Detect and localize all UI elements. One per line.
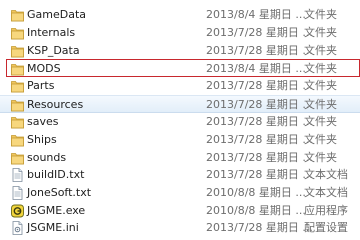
text-file-icon xyxy=(11,186,24,200)
text-file-icon xyxy=(11,168,24,182)
file-row-saves[interactable]: saves 2013/7/28 星期日 ... 文件夹 xyxy=(0,113,360,131)
file-date: 2013/7/28 星期日 ... xyxy=(206,168,313,181)
file-date: 2013/7/28 星期日 ... xyxy=(206,133,313,146)
file-name: GameData xyxy=(27,8,87,21)
file-type: 应用程序 xyxy=(304,204,348,217)
file-name: JSGME.exe xyxy=(27,204,86,217)
file-list: GameData 2013/8/4 星期日 ... 文件夹 Internals … xyxy=(0,0,360,235)
file-name: MODS xyxy=(27,62,61,75)
file-name: KSP_Data xyxy=(27,44,80,57)
file-name: Resources xyxy=(27,98,84,111)
file-row-ships[interactable]: Ships 2013/7/28 星期日 ... 文件夹 xyxy=(0,131,360,149)
file-date: 2013/7/28 星期日 ... xyxy=(206,26,313,39)
file-type: 文件夹 xyxy=(304,133,337,146)
file-type: 文件夹 xyxy=(304,98,337,111)
file-row-internals[interactable]: Internals 2013/7/28 星期日 ... 文件夹 xyxy=(0,24,360,42)
file-date: 2013/7/28 星期日 ... xyxy=(206,115,313,128)
folder-icon xyxy=(11,8,24,22)
file-date: 2013/7/28 星期日 ... xyxy=(206,44,313,57)
folder-icon xyxy=(11,98,24,112)
folder-icon xyxy=(11,26,24,40)
file-type: 文件夹 xyxy=(304,151,337,164)
file-row-buildid-txt[interactable]: buildID.txt 2013/7/28 星期日 ... 文本文档 xyxy=(0,166,360,184)
ini-file-icon xyxy=(11,221,24,235)
jsgme-app-icon xyxy=(11,204,24,218)
file-row-resources[interactable]: Resources 2013/7/28 星期日 ... 文件夹 xyxy=(0,95,360,113)
folder-icon xyxy=(11,133,24,147)
file-type: 文件夹 xyxy=(304,62,337,75)
file-date: 2013/7/28 星期日 ... xyxy=(206,151,313,164)
folder-icon xyxy=(11,62,24,76)
file-date: 2013/7/28 星期日 ... xyxy=(206,98,313,111)
file-row-jsgme-ini[interactable]: JSGME.ini 2013/7/28 星期日 ... 配置设置 xyxy=(0,219,360,237)
file-date: 2010/8/8 星期日 ... xyxy=(206,186,306,199)
file-type: 文本文档 xyxy=(304,186,348,199)
folder-icon xyxy=(11,151,24,165)
file-date: 2013/8/4 星期日 ... xyxy=(206,8,306,21)
file-type: 文件夹 xyxy=(304,8,337,21)
file-date: 2013/7/28 星期日 ... xyxy=(206,79,313,92)
file-row-jonesoft-txt[interactable]: JoneSoft.txt 2010/8/8 星期日 ... 文本文档 xyxy=(0,184,360,202)
file-date: 2013/7/28 星期日 ... xyxy=(206,221,313,234)
file-name: Ships xyxy=(27,133,57,146)
folder-icon xyxy=(11,115,24,129)
file-date: 2013/8/4 星期日 ... xyxy=(206,62,306,75)
file-name: saves xyxy=(27,115,59,128)
file-row-sounds[interactable]: sounds 2013/7/28 星期日 ... 文件夹 xyxy=(0,149,360,167)
file-name: buildID.txt xyxy=(27,168,85,181)
file-type: 文件夹 xyxy=(304,79,337,92)
file-type: 配置设置 xyxy=(304,221,348,234)
file-name: JSGME.ini xyxy=(27,221,79,234)
file-name: Parts xyxy=(27,79,55,92)
file-type: 文件夹 xyxy=(304,26,337,39)
folder-icon xyxy=(11,44,24,58)
file-row-mods[interactable]: MODS 2013/8/4 星期日 ... 文件夹 xyxy=(6,59,360,77)
file-type: 文件夹 xyxy=(304,115,337,128)
file-row-jsgme-exe[interactable]: JSGME.exe 2010/8/8 星期日 ... 应用程序 xyxy=(0,202,360,220)
folder-icon xyxy=(11,79,24,93)
file-name: Internals xyxy=(27,26,76,39)
file-row-gamedata[interactable]: GameData 2013/8/4 星期日 ... 文件夹 xyxy=(0,6,360,24)
file-name: JoneSoft.txt xyxy=(27,186,92,199)
file-name: sounds xyxy=(27,151,67,164)
file-row-parts[interactable]: Parts 2013/7/28 星期日 ... 文件夹 xyxy=(0,77,360,95)
file-row-ksp-data[interactable]: KSP_Data 2013/7/28 星期日 ... 文件夹 xyxy=(0,42,360,60)
file-type: 文本文档 xyxy=(304,168,348,181)
file-type: 文件夹 xyxy=(304,44,337,57)
file-date: 2010/8/8 星期日 ... xyxy=(206,204,306,217)
